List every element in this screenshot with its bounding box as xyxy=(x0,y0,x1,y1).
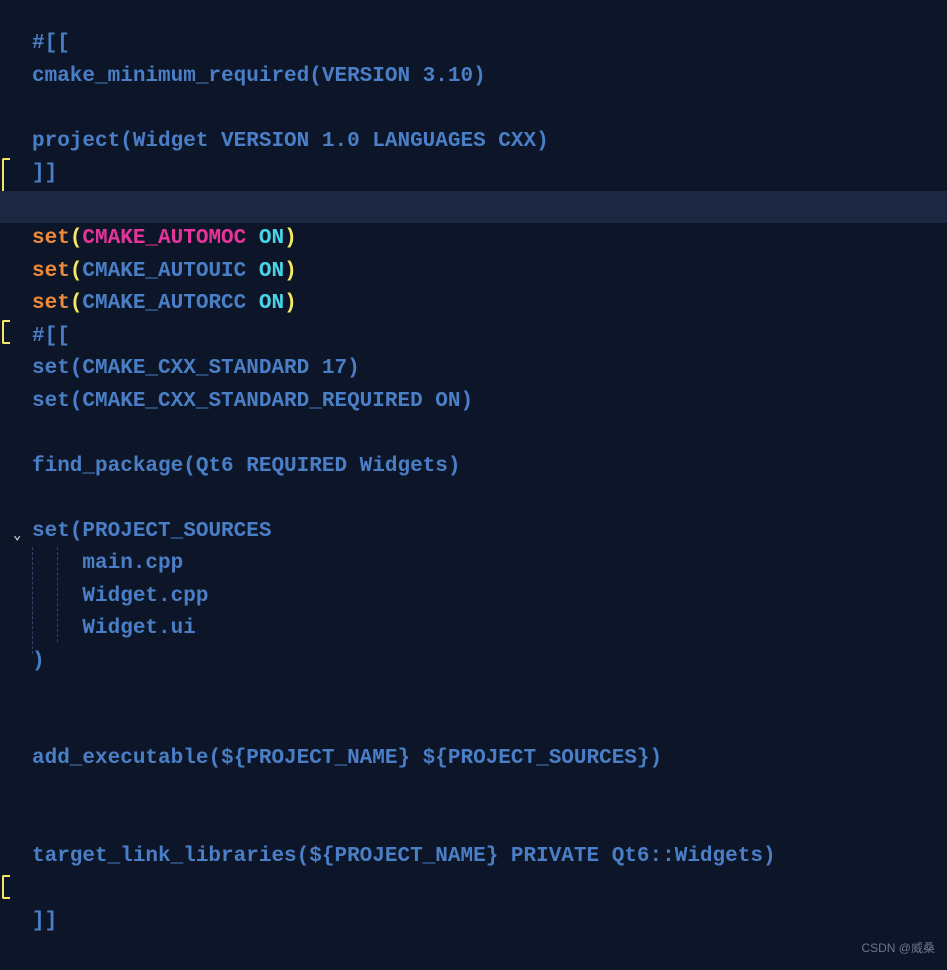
code-line xyxy=(32,93,947,126)
code-line: set(CMAKE_AUTOMOC ON) xyxy=(32,223,947,256)
code-line: cmake_minimum_required(VERSION 3.10) xyxy=(32,61,947,94)
code-line: set(CMAKE_CXX_STANDARD 17) xyxy=(32,353,947,386)
code-line: Widget.cpp xyxy=(32,581,947,614)
code-line: ]] xyxy=(32,906,947,939)
watermark: CSDN @威桑 xyxy=(861,932,935,965)
code-line: set(CMAKE_CXX_STANDARD_REQUIRED ON) xyxy=(32,386,947,419)
code-line xyxy=(32,418,947,451)
code-line: add_executable(${PROJECT_NAME} ${PROJECT… xyxy=(32,743,947,776)
code-editor[interactable]: #[[ cmake_minimum_required(VERSION 3.10)… xyxy=(0,0,947,938)
code-line-current xyxy=(0,191,947,224)
code-line: #[[ xyxy=(32,321,947,354)
code-line: ]] xyxy=(32,158,947,191)
code-line: set(CMAKE_AUTORCC ON) xyxy=(32,288,947,321)
code-line xyxy=(32,873,947,906)
code-line xyxy=(32,711,947,744)
code-line: #[[ xyxy=(32,28,947,61)
code-line: find_package(Qt6 REQUIRED Widgets) xyxy=(32,451,947,484)
code-line: ) xyxy=(32,646,947,679)
code-line xyxy=(32,483,947,516)
code-line: target_link_libraries(${PROJECT_NAME} PR… xyxy=(32,841,947,874)
code-line xyxy=(32,776,947,809)
code-line: set(CMAKE_AUTOUIC ON) xyxy=(32,256,947,289)
code-line: Widget.ui xyxy=(32,613,947,646)
code-line: project(Widget VERSION 1.0 LANGUAGES CXX… xyxy=(32,126,947,159)
code-line xyxy=(32,678,947,711)
code-line xyxy=(32,808,947,841)
code-line: main.cpp xyxy=(32,548,947,581)
code-line: set(PROJECT_SOURCES xyxy=(32,516,947,549)
